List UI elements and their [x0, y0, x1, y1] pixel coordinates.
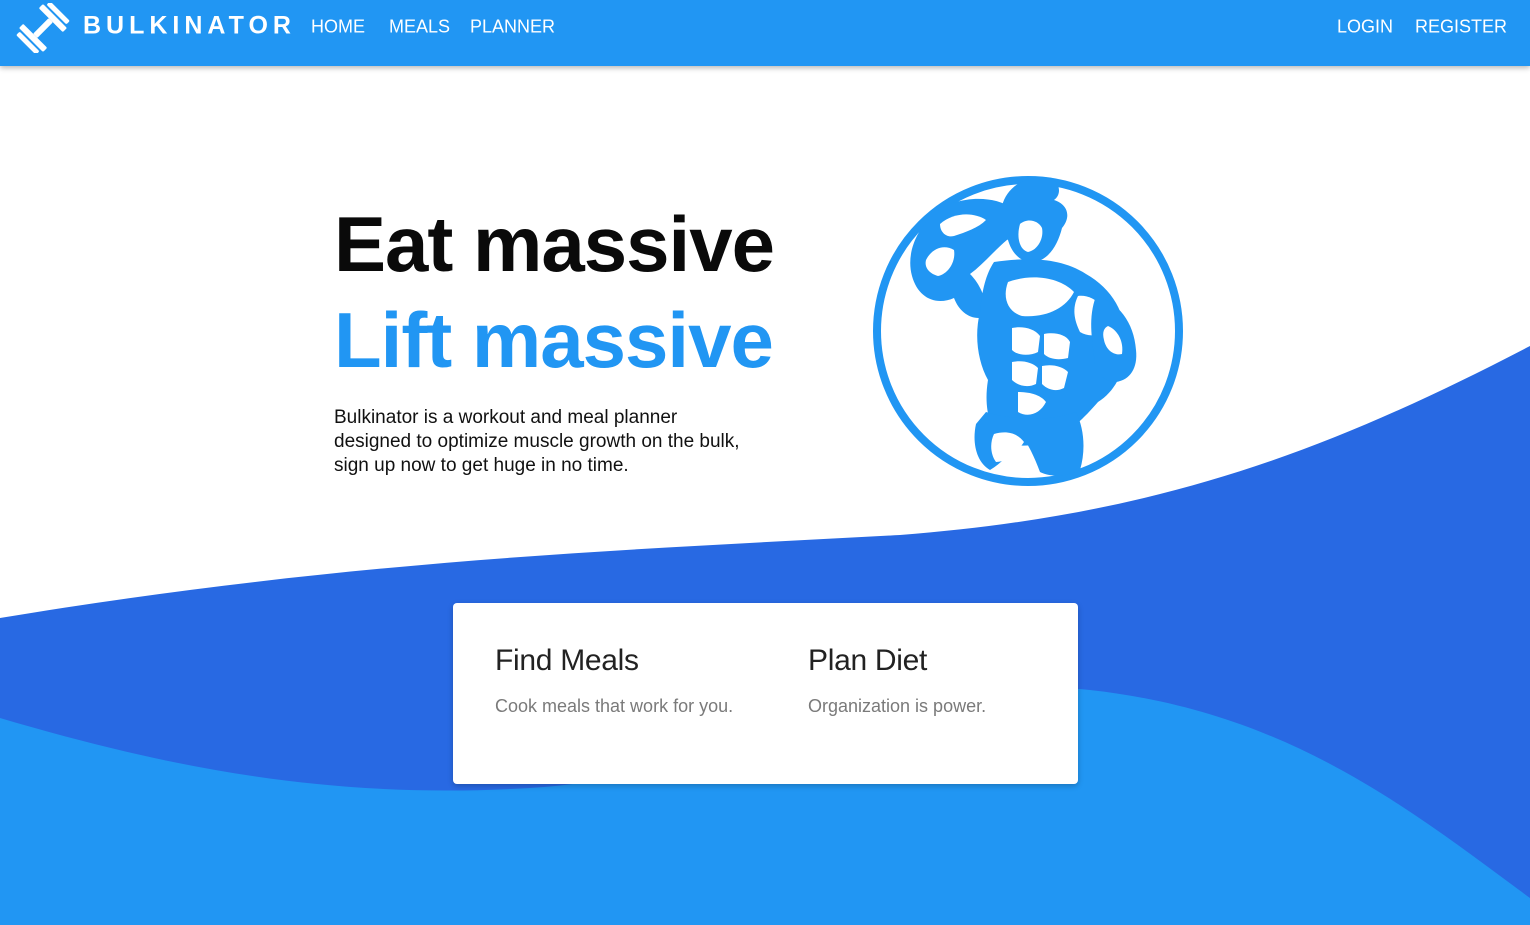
- hero-description: Bulkinator is a workout and meal planner…: [334, 407, 740, 476]
- nav-register-link[interactable]: REGISTER: [1415, 17, 1507, 38]
- headline-eat: Eat massive: [334, 200, 775, 288]
- feature-description: Organization is power.: [808, 696, 987, 716]
- feature-card: Find Meals Cook meals that work for you.…: [453, 603, 1078, 784]
- feature-description: Cook meals that work for you.: [495, 696, 734, 716]
- nav-planner-link[interactable]: PLANNER: [470, 17, 555, 38]
- background-waves: [0, 346, 1530, 925]
- top-navbar: BULKINATOR HOME MEALS PLANNER LOGIN REGI…: [0, 0, 1530, 66]
- brand-name[interactable]: BULKINATOR: [83, 12, 296, 41]
- feature-title: Find Meals: [495, 644, 639, 677]
- feature-find-meals[interactable]: Find Meals Cook meals that work for you.: [495, 643, 735, 720]
- hero-headline: Eat massive Lift massive: [334, 196, 804, 388]
- feature-title: Plan Diet: [808, 644, 928, 677]
- headline-lift: Lift massive: [334, 296, 774, 384]
- nav-meals-link[interactable]: MEALS: [389, 17, 450, 38]
- brand-link[interactable]: [16, 3, 70, 53]
- feature-plan-diet[interactable]: Plan Diet Organization is power.: [808, 643, 1048, 720]
- nav-home-link[interactable]: HOME: [311, 17, 365, 38]
- dumbbell-icon: [16, 3, 70, 53]
- bodybuilder-icon: [873, 176, 1183, 486]
- nav-login-link[interactable]: LOGIN: [1337, 17, 1393, 38]
